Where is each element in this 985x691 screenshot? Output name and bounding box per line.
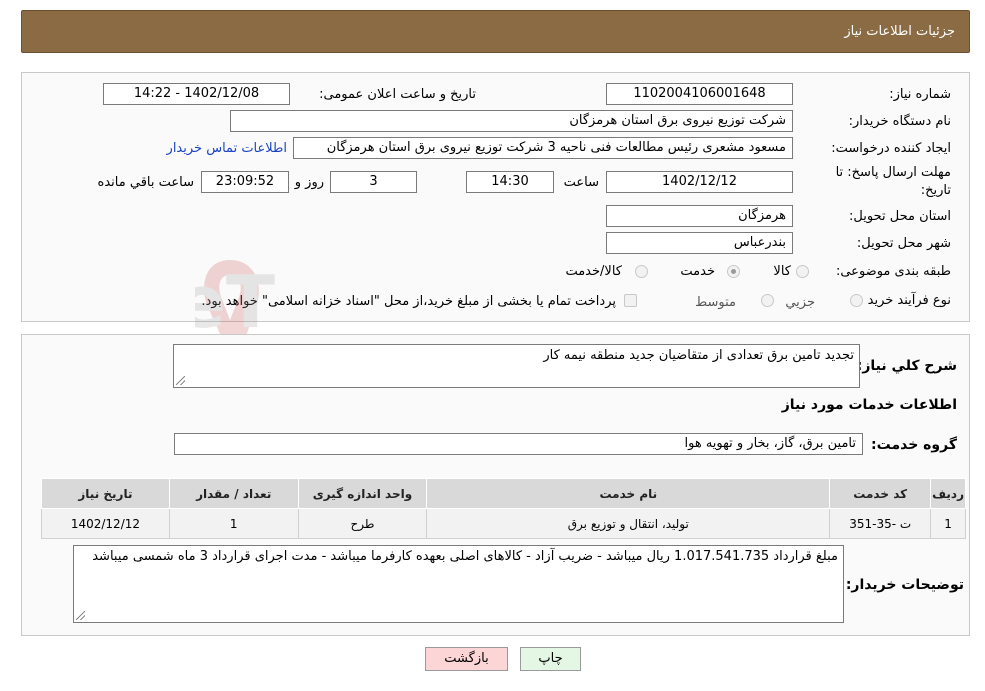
deadline-date-field: 1402/12/12: [606, 171, 793, 193]
col-need-date: تاریخ نیاز: [41, 478, 170, 509]
deadline-time-label: ساعت: [563, 175, 599, 190]
remaining-days-field: 3: [330, 171, 417, 193]
back-button[interactable]: بازگشت: [425, 647, 508, 671]
page-header: جزئیات اطلاعات نیاز: [21, 10, 970, 53]
purchase-type-medium-label: متوسط: [695, 295, 736, 310]
table-row: 1 ت -35-351 تولید، انتقال و توزیع برق طر…: [41, 508, 966, 539]
requester-field: مسعود مشعری رئیس مطالعات فنی ناحیه 3 شرک…: [293, 137, 793, 159]
delivery-province-field: هرمزگان: [606, 205, 793, 227]
buyer-contact-link[interactable]: اطلاعات تماس خریدار: [167, 141, 287, 156]
buyer-org-label: نام دستگاه خریدار:: [848, 114, 951, 129]
remaining-time-field: 23:09:52: [201, 171, 289, 193]
services-table: ردیف کد خدمت نام خدمت واحد اندازه گیری ت…: [41, 478, 966, 539]
deadline-time-field: 14:30: [466, 171, 554, 193]
purchase-type-label: نوع فرآیند خرید :: [859, 293, 951, 308]
services-heading: اطلاعات خدمات مورد نیاز: [781, 397, 957, 413]
service-group-field: تامین برق، گاز، بخار و تهویه هوا: [174, 433, 863, 455]
category-option-goods-radio[interactable]: [796, 265, 809, 278]
resize-grip-icon[interactable]: [76, 611, 85, 620]
cell-need-date: 1402/12/12: [41, 508, 170, 539]
islamic-treasury-text: پرداخت تمام یا بخشی از مبلغ خرید،از محل …: [201, 294, 616, 309]
need-number-field: 1102004106001648: [606, 83, 793, 105]
announce-datetime-label: تاریخ و ساعت اعلان عمومی:: [319, 87, 476, 102]
col-quantity: تعداد / مقدار: [168, 478, 299, 509]
print-button[interactable]: چاپ: [520, 647, 581, 671]
cell-row-number: 1: [930, 508, 966, 539]
category-option-goods-label: کالا: [773, 264, 791, 279]
purchase-type-minor-label: جزیي: [785, 295, 815, 310]
delivery-province-label: استان محل تحویل:: [849, 209, 951, 224]
buyer-notes-textarea[interactable]: مبلغ قرارداد 1.017.541.735 ریال میباشد -…: [73, 545, 844, 623]
col-service-code: کد خدمت: [829, 478, 932, 509]
requester-label: ایجاد کننده درخواست:: [831, 141, 951, 156]
remaining-time-label: ساعت باقي مانده: [97, 175, 194, 190]
need-summary-panel: شرح کلي نياز: تجدید تامین برق تعدادی از …: [21, 334, 970, 636]
category-option-service-label: خدمت: [680, 264, 715, 279]
cell-unit: طرح: [297, 508, 428, 539]
purchase-type-minor-radio[interactable]: [850, 294, 863, 307]
islamic-treasury-checkbox[interactable]: [624, 294, 637, 307]
buyer-notes-text: مبلغ قرارداد 1.017.541.735 ریال میباشد -…: [92, 549, 838, 564]
description-text: تجدید تامین برق تعدادی از متقاضیان جدید …: [543, 348, 854, 363]
col-service-name: نام خدمت: [426, 478, 831, 509]
delivery-city-field: بندرعباس: [606, 232, 793, 254]
category-option-service-radio[interactable]: [727, 265, 740, 278]
deadline-label-line2: تاریخ:: [920, 183, 951, 198]
days-label: روز و: [294, 175, 324, 190]
table-header-row: ردیف کد خدمت نام خدمت واحد اندازه گیری ت…: [41, 478, 966, 509]
need-number-label: شماره نیاز:: [889, 87, 951, 102]
category-label: طبقه بندی موضوعی:: [835, 264, 951, 279]
col-unit: واحد اندازه گیری: [297, 478, 428, 509]
category-option-goods-service-radio[interactable]: [635, 265, 648, 278]
cell-quantity: 1: [168, 508, 299, 539]
description-textarea[interactable]: تجدید تامین برق تعدادی از متقاضیان جدید …: [173, 344, 860, 388]
announce-datetime-field: 1402/12/08 - 14:22: [103, 83, 290, 105]
cell-service-name: تولید، انتقال و توزیع برق: [426, 508, 831, 539]
need-details-panel: شماره نیاز: 1102004106001648 تاریخ و ساع…: [21, 72, 970, 322]
purchase-type-medium-radio[interactable]: [761, 294, 774, 307]
delivery-city-label: شهر محل تحویل:: [856, 236, 951, 251]
cell-service-code: ت -35-351: [829, 508, 932, 539]
category-option-goods-service-label: کالا/خدمت: [565, 264, 622, 279]
page-title: جزئیات اطلاعات نیاز: [844, 24, 955, 39]
description-label: شرح کلي نياز:: [856, 358, 957, 374]
buyer-notes-label: توضیحات خریدار:: [845, 577, 964, 593]
deadline-label-line1: مهلت ارسال پاسخ: تا: [835, 165, 951, 180]
service-group-label: گروه خدمت:: [871, 437, 957, 453]
col-row-number: ردیف: [930, 478, 966, 509]
resize-grip-icon[interactable]: [176, 376, 185, 385]
buyer-org-field: شرکت توزیع نیروی برق استان هرمزگان: [230, 110, 793, 132]
